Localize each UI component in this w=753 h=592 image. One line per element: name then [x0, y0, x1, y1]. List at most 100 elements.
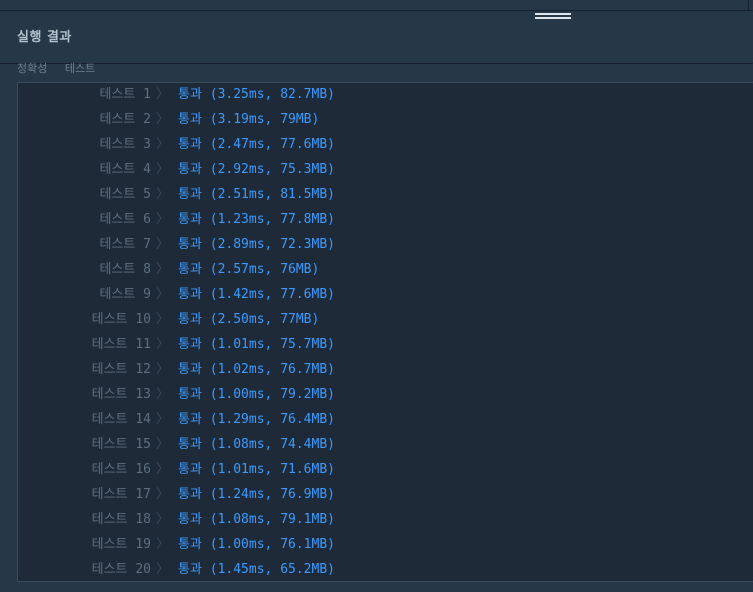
test-case-label: 테스트 15 [91, 437, 151, 452]
result-row: 테스트 14 〉 통과 (1.29ms, 76.4MB) [18, 407, 738, 432]
test-case-label: 테스트 17 [91, 487, 151, 502]
test-result-text: 통과 (1.02ms, 76.7MB) [178, 357, 335, 382]
result-row: 테스트 3 〉 통과 (2.47ms, 77.6MB) [18, 132, 738, 157]
result-row: 테스트 11 〉 통과 (1.01ms, 75.7MB) [18, 332, 738, 357]
result-row: 테스트 2 〉 통과 (3.19ms, 79MB) [18, 107, 738, 132]
result-row: 테스트 12 〉 통과 (1.02ms, 76.7MB) [18, 357, 738, 382]
test-case-label: 테스트 11 [91, 337, 151, 352]
test-status: 통과 [178, 187, 202, 202]
test-status: 통과 [178, 87, 202, 102]
result-row: 테스트 4 〉 통과 (2.92ms, 75.3MB) [18, 157, 738, 182]
test-result-text: 통과 (3.25ms, 82.7MB) [178, 83, 335, 107]
test-result-text: 통과 (1.24ms, 76.9MB) [178, 482, 335, 507]
test-status: 통과 [178, 137, 202, 152]
result-row: 테스트 9 〉 통과 (1.42ms, 77.6MB) [18, 282, 738, 307]
chevron-right-icon: 〉 [156, 387, 170, 402]
test-status: 통과 [178, 537, 202, 552]
result-row: 테스트 7 〉 통과 (2.89ms, 72.3MB) [18, 232, 738, 257]
test-case-label: 테스트 6 [99, 212, 151, 227]
test-result-text: 통과 (1.29ms, 76.4MB) [178, 407, 335, 432]
test-result-text: 통과 (1.08ms, 79.1MB) [178, 507, 335, 532]
drag-handle-icon[interactable] [535, 13, 571, 23]
test-case-label: 테스트 8 [99, 262, 151, 277]
result-row: 테스트 8 〉 통과 (2.57ms, 76MB) [18, 257, 738, 282]
chevron-right-icon: 〉 [156, 187, 170, 202]
result-row: 테스트 18 〉 통과 (1.08ms, 79.1MB) [18, 507, 738, 532]
test-detail: (2.47ms, 77.6MB) [209, 137, 335, 152]
test-case-label: 테스트 14 [91, 412, 151, 427]
test-detail: (2.92ms, 75.3MB) [209, 162, 335, 177]
result-row: 테스트 17 〉 통과 (1.24ms, 76.9MB) [18, 482, 738, 507]
chevron-right-icon: 〉 [156, 162, 170, 177]
results-panel-header: 실행 결과 [0, 11, 753, 64]
test-case-label: 테스트 7 [99, 237, 151, 252]
test-detail: (2.89ms, 72.3MB) [209, 237, 335, 252]
test-detail: (1.08ms, 79.1MB) [209, 512, 335, 527]
chevron-right-icon: 〉 [156, 87, 170, 102]
chevron-right-icon: 〉 [156, 212, 170, 227]
test-detail: (1.45ms, 65.2MB) [209, 562, 335, 577]
test-detail: (1.01ms, 71.6MB) [209, 462, 335, 477]
result-row: 테스트 16 〉 통과 (1.01ms, 71.6MB) [18, 457, 738, 482]
chevron-right-icon: 〉 [156, 312, 170, 327]
result-row: 테스트 19 〉 통과 (1.00ms, 76.1MB) [18, 532, 738, 557]
test-case-label: 테스트 9 [99, 287, 151, 302]
panel-title: 실행 결과 [17, 30, 72, 45]
chevron-right-icon: 〉 [156, 362, 170, 377]
test-case-label: 테스트 10 [91, 312, 151, 327]
test-status: 통과 [178, 462, 202, 477]
result-row: 테스트 10 〉 통과 (2.50ms, 77MB) [18, 307, 738, 332]
test-detail: (1.01ms, 75.7MB) [209, 337, 335, 352]
test-result-text: 통과 (1.08ms, 74.4MB) [178, 432, 335, 457]
result-row: 테스트 20 〉 통과 (1.45ms, 65.2MB) [18, 557, 738, 581]
test-result-text: 통과 (1.23ms, 77.8MB) [178, 207, 335, 232]
test-detail: (2.51ms, 81.5MB) [209, 187, 335, 202]
section-labels: 정확성 테스트 [17, 60, 109, 76]
chevron-right-icon: 〉 [156, 237, 170, 252]
test-result-text: 통과 (2.92ms, 75.3MB) [178, 157, 335, 182]
chevron-right-icon: 〉 [156, 437, 170, 452]
test-result-text: 통과 (2.50ms, 77MB) [178, 307, 319, 332]
test-case-label: 테스트 12 [91, 362, 151, 377]
test-result-text: 통과 (1.01ms, 71.6MB) [178, 457, 335, 482]
test-case-label: 테스트 19 [91, 537, 151, 552]
test-detail: (1.23ms, 77.8MB) [209, 212, 335, 227]
chevron-right-icon: 〉 [156, 337, 170, 352]
test-case-label: 테스트 1 [99, 87, 151, 102]
test-case-label: 테스트 20 [91, 562, 151, 577]
section-label-accuracy: 정확성 [17, 62, 48, 75]
test-status: 통과 [178, 262, 202, 277]
chevron-right-icon: 〉 [156, 537, 170, 552]
test-status: 통과 [178, 412, 202, 427]
test-case-label: 테스트 2 [99, 112, 151, 127]
test-result-text: 통과 (2.51ms, 81.5MB) [178, 182, 335, 207]
test-case-label: 테스트 16 [91, 462, 151, 477]
test-status: 통과 [178, 337, 202, 352]
test-detail: (1.29ms, 76.4MB) [209, 412, 335, 427]
test-status: 통과 [178, 362, 202, 377]
test-status: 통과 [178, 312, 202, 327]
test-detail: (1.08ms, 74.4MB) [209, 437, 335, 452]
test-result-text: 통과 (1.42ms, 77.6MB) [178, 282, 335, 307]
result-row: 테스트 1 〉 통과 (3.25ms, 82.7MB) [18, 83, 738, 107]
top-strip [0, 0, 753, 11]
test-result-text: 통과 (1.00ms, 79.2MB) [178, 382, 335, 407]
chevron-right-icon: 〉 [156, 287, 170, 302]
chevron-right-icon: 〉 [156, 462, 170, 477]
chevron-right-icon: 〉 [156, 512, 170, 527]
test-result-text: 통과 (2.47ms, 77.6MB) [178, 132, 335, 157]
test-detail: (1.42ms, 77.6MB) [209, 287, 335, 302]
test-status: 통과 [178, 512, 202, 527]
test-result-text: 통과 (2.57ms, 76MB) [178, 257, 319, 282]
test-case-label: 테스트 18 [91, 512, 151, 527]
test-status: 통과 [178, 237, 202, 252]
test-status: 통과 [178, 162, 202, 177]
test-result-text: 통과 (1.01ms, 75.7MB) [178, 332, 335, 357]
test-case-label: 테스트 3 [99, 137, 151, 152]
test-detail: (3.19ms, 79MB) [209, 112, 320, 127]
result-row: 테스트 15 〉 통과 (1.08ms, 74.4MB) [18, 432, 738, 457]
chevron-right-icon: 〉 [156, 562, 170, 577]
test-status: 통과 [178, 287, 202, 302]
test-detail: (1.00ms, 79.2MB) [209, 387, 335, 402]
result-output[interactable]: 테스트 1 〉 통과 (3.25ms, 82.7MB) 테스트 2 〉 통과 (3.19m… [17, 82, 753, 582]
